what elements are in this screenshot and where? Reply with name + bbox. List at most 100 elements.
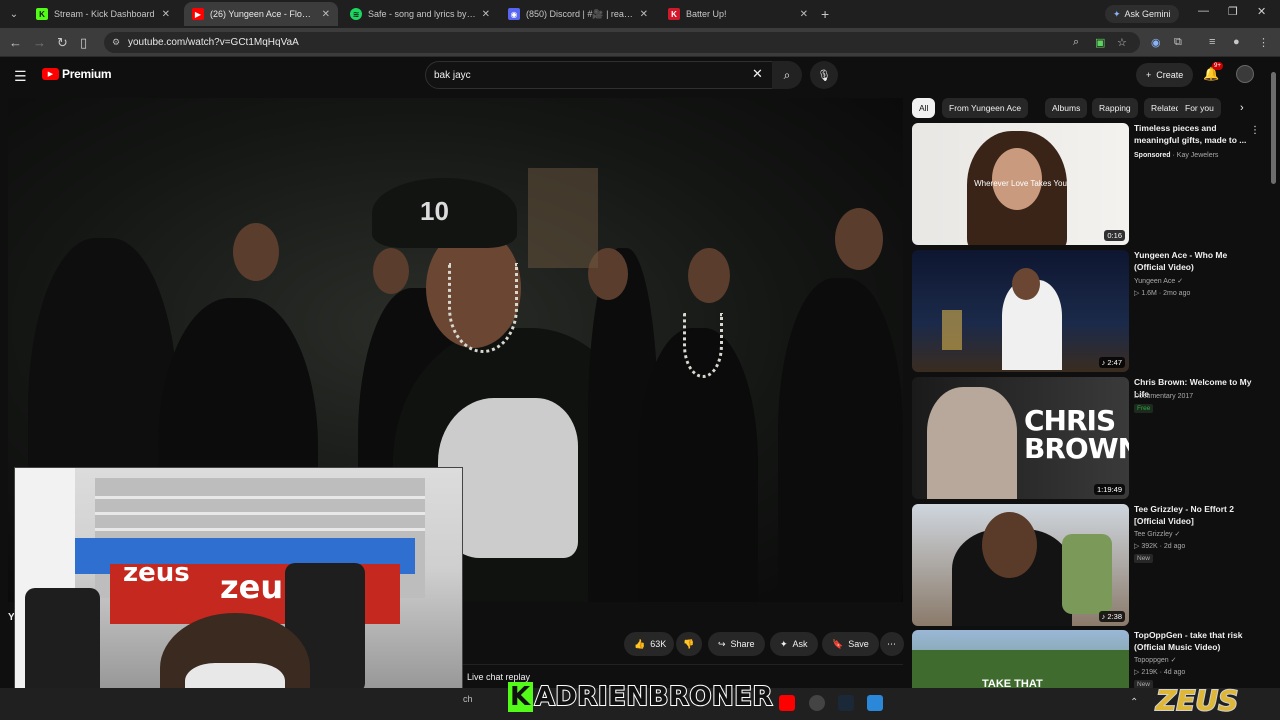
steam-taskbar-icon[interactable] [838, 695, 854, 711]
recommendation-item[interactable]: CHRIS BROWN 1:19:49 Chris Brown: Welcome… [912, 377, 1262, 499]
zoom-icon[interactable]: ⌕ [1073, 36, 1079, 49]
maximize-icon[interactable]: ❐ [1228, 5, 1238, 18]
more-vert-icon[interactable]: ⋮ [1250, 125, 1260, 136]
site-info-icon[interactable]: ⚙ [112, 37, 122, 47]
more-actions-button[interactable]: ⋯ [880, 632, 904, 656]
url-text: youtube.com/watch?v=GCt1MqHqVaA [128, 37, 299, 48]
video-title[interactable]: Yungeen Ace - Who Me (Official Video) [1134, 250, 1252, 273]
bookmark-icon: 🔖 [832, 638, 844, 649]
tray-chevron-icon[interactable]: ⌃ [1130, 697, 1138, 708]
close-tab-icon[interactable]: ✕ [800, 9, 808, 20]
youtube-logo-icon[interactable]: ▶ [42, 68, 59, 80]
spotify-icon: ≋ [350, 8, 362, 20]
share-icon: ↪ [718, 638, 726, 649]
ring-rope [95, 496, 425, 499]
hamburger-menu-icon[interactable]: ☰ [14, 68, 27, 85]
city-light [942, 310, 962, 350]
new-tab-button[interactable]: + [821, 6, 829, 22]
minimize-icon[interactable]: — [1198, 5, 1209, 17]
recommendation-item[interactable]: TAKE THAT TopOppGen - take that risk (Of… [912, 630, 1262, 688]
video-stats: ▷ 392K · 2d ago [1134, 543, 1186, 550]
app-taskbar-icon[interactable] [867, 695, 883, 711]
microphone-icon: 🎙 [817, 69, 831, 82]
thumbnail-title-text: TAKE THAT [982, 678, 1043, 688]
scrollbar-thumb[interactable] [1271, 72, 1276, 184]
taskbar-search-input[interactable]: ch [463, 694, 473, 704]
like-button[interactable]: 👍 63K [624, 632, 674, 656]
profile-avatar-icon[interactable]: ● [1233, 36, 1240, 48]
thumbnail-face [982, 512, 1037, 578]
channel-name[interactable]: Yungeen Ace ✓ [1134, 277, 1183, 286]
channel-name[interactable]: Tee Grizzley ✓ [1134, 530, 1180, 539]
save-label: Save [848, 639, 869, 649]
address-bar-row: ← → ↻ ▯ ⚙ youtube.com/watch?v=GCt1MqHqVa… [0, 28, 1280, 57]
chip-albums[interactable]: Albums [1045, 98, 1088, 118]
advertiser-name: Kay Jewelers [1176, 152, 1219, 159]
zeus-apron-text: zeu [220, 568, 284, 606]
ask-gemini-button[interactable]: ✦ Ask Gemini [1105, 5, 1179, 23]
video-thumbnail[interactable]: CHRIS BROWN 1:19:49 [912, 377, 1129, 499]
chevron-right-icon[interactable]: › [1240, 102, 1244, 114]
side-panel-icon[interactable]: ▯ [80, 35, 87, 51]
tab-batter-up[interactable]: K Batter Up! ✕ [660, 2, 816, 26]
discord-icon: ◉ [508, 8, 520, 20]
tab-search-icon[interactable]: ⌄ [6, 6, 22, 22]
share-button[interactable]: ↪ Share [708, 632, 765, 656]
chip-from-yungeen-ace[interactable]: From Yungeen Ace [942, 98, 1029, 118]
close-tab-icon[interactable]: ✕ [482, 9, 490, 20]
video-title[interactable]: TopOppGen - take that risk (Official Mus… [1134, 630, 1252, 653]
tab-youtube[interactable]: ▶ (26) Yungeen Ace - Flow State ( ✕ [184, 2, 338, 26]
search-input[interactable]: bak jayc [425, 61, 777, 89]
video-thumbnail[interactable]: ♪ 2:47 [912, 250, 1129, 372]
search-button[interactable]: ⌕ [772, 61, 802, 89]
close-tab-icon[interactable]: ✕ [322, 9, 330, 20]
recommendation-item[interactable]: Wherever Love Takes You 0:16 Timeless pi… [912, 123, 1262, 245]
tab-spotify[interactable]: ≋ Safe - song and lyrics by Drū O ✕ [342, 2, 498, 26]
account-avatar[interactable] [1236, 65, 1254, 83]
clear-search-icon[interactable]: ✕ [752, 66, 763, 82]
channel-name[interactable]: Topoppgen ✓ [1134, 656, 1176, 665]
chip-rapping[interactable]: Rapping [1092, 98, 1138, 118]
notification-count-badge: 9+ [1212, 62, 1223, 70]
video-thumbnail[interactable]: TAKE THAT [912, 630, 1129, 688]
thumbnail-caption: Wherever Love Takes You [974, 179, 1067, 188]
dislike-button[interactable]: 👎 [676, 632, 702, 656]
share-label: Share [730, 639, 755, 649]
create-button[interactable]: + Create [1136, 63, 1194, 87]
close-tab-icon[interactable]: ✕ [162, 9, 170, 20]
youtube-premium-brand[interactable]: Premium [62, 67, 112, 81]
extensions-puzzle-icon[interactable]: ⧉ [1174, 36, 1182, 49]
ask-button[interactable]: ✦ Ask [770, 632, 818, 656]
more-horizontal-icon: ⋯ [887, 638, 896, 649]
tab-kick-dashboard[interactable]: K Stream - Kick Dashboard ✕ [28, 2, 178, 26]
voice-search-button[interactable]: 🎙 [810, 61, 838, 89]
chip-all[interactable]: All [912, 98, 936, 118]
close-tab-icon[interactable]: ✕ [640, 9, 648, 20]
video-face [373, 248, 409, 294]
youtube-taskbar-icon[interactable] [779, 695, 795, 711]
chip-for-you[interactable]: For you [1178, 98, 1221, 118]
back-icon[interactable]: ← [9, 35, 22, 50]
chrome-menu-icon[interactable]: ⋮ [1258, 36, 1269, 49]
recommendation-item[interactable]: ♪ 2:47 Yungeen Ace - Who Me (Official Vi… [912, 250, 1262, 372]
extension-active-icon[interactable]: ▣ [1095, 36, 1105, 49]
save-button[interactable]: 🔖 Save [822, 632, 879, 656]
reading-list-icon[interactable]: ≡ [1209, 36, 1215, 48]
profile-extension-icon[interactable]: ◉ [1151, 36, 1161, 49]
bookmark-star-icon[interactable]: ☆ [1117, 36, 1127, 49]
video-thumbnail[interactable]: ♪ 2:38 [912, 504, 1129, 626]
recommendation-item[interactable]: ♪ 2:38 Tee Grizzley - No Effort 2 [Offic… [912, 504, 1262, 626]
video-thumbnail[interactable]: Wherever Love Takes You 0:16 [912, 123, 1129, 245]
cap-number: 10 [420, 196, 449, 226]
kick-logo-icon: K [508, 682, 533, 712]
url-field[interactable]: ⚙ youtube.com/watch?v=GCt1MqHqVaA [104, 32, 1140, 53]
video-title[interactable]: Timeless pieces and meaningful gifts, ma… [1134, 123, 1252, 146]
tab-discord[interactable]: ◉ (850) Discord | #🎥 | reactions ✕ [500, 2, 656, 26]
obs-taskbar-icon[interactable] [809, 695, 825, 711]
close-window-icon[interactable]: ✕ [1257, 5, 1266, 18]
video-title[interactable]: Tee Grizzley - No Effort 2 [Official Vid… [1134, 504, 1252, 527]
reload-icon[interactable]: ↻ [57, 35, 68, 51]
forward-icon[interactable]: → [33, 35, 46, 50]
tab-title: Batter Up! [686, 9, 727, 19]
browser-tab-strip: ⌄ K Stream - Kick Dashboard ✕ ▶ (26) Yun… [0, 0, 1280, 28]
